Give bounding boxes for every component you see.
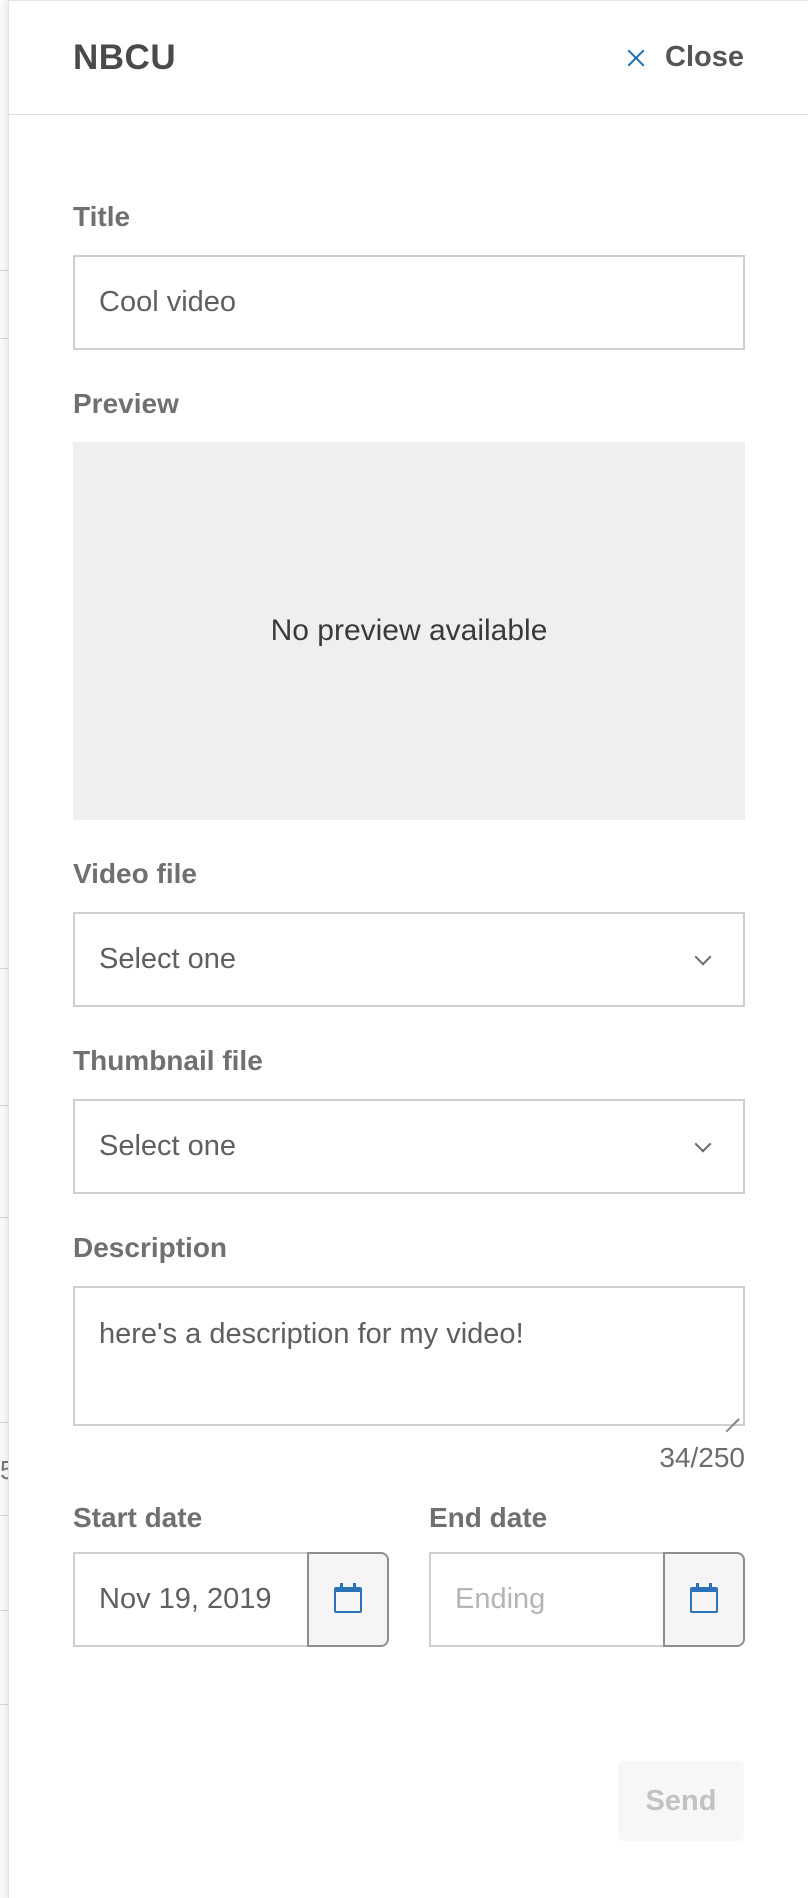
close-icon [627,49,645,67]
video-file-value: Select one [99,943,237,975]
description-char-counter: 34/250 [659,1442,745,1473]
form-body: Title Cool video Preview No preview avai… [9,201,808,1647]
start-date-control: Nov 19, 2019 [73,1552,389,1647]
close-label: Close [665,41,744,73]
end-date-input[interactable]: Ending [429,1552,663,1647]
preview-area: No preview available [73,442,745,820]
preview-placeholder-text: No preview available [270,614,548,647]
chevron-down-icon [694,1135,712,1152]
end-date-label: End date [429,1502,548,1533]
end-date-control: Ending [429,1552,745,1647]
description-textarea[interactable]: here's a description for my video! [73,1286,745,1426]
panel-header: NBCU Close [9,0,808,115]
calendar-icon [334,1582,362,1613]
start-date-group: Start date Nov 19, 2019 [73,1502,389,1647]
video-file-label: Video file [73,858,197,889]
start-date-calendar-button[interactable] [307,1552,389,1647]
video-file-select[interactable]: Select one [73,912,745,1007]
panel-title: NBCU [73,37,177,77]
description-text: here's a description for my video! [99,1318,524,1350]
preview-label: Preview [73,388,179,419]
end-date-group: End date Ending [429,1502,745,1647]
title-label: Title [73,201,131,232]
resize-handle-icon[interactable] [725,1406,739,1420]
thumbnail-file-value: Select one [99,1130,237,1162]
title-input[interactable]: Cool video [73,255,745,350]
calendar-icon [690,1582,718,1613]
chevron-down-icon [694,948,712,965]
date-row: Start date Nov 19, 2019 End date Ending [73,1502,745,1647]
close-button[interactable]: Close [627,41,744,74]
start-date-input[interactable]: Nov 19, 2019 [73,1552,307,1647]
side-panel: NBCU Close Title Cool video Preview No p… [8,0,808,1898]
start-date-label: Start date [73,1502,203,1533]
description-label: Description [73,1232,228,1263]
thumbnail-file-label: Thumbnail file [73,1045,263,1076]
send-button[interactable]: Send [618,1761,744,1841]
panel-footer: Send [618,1761,744,1841]
thumbnail-file-select[interactable]: Select one [73,1099,745,1194]
end-date-calendar-button[interactable] [663,1552,745,1647]
